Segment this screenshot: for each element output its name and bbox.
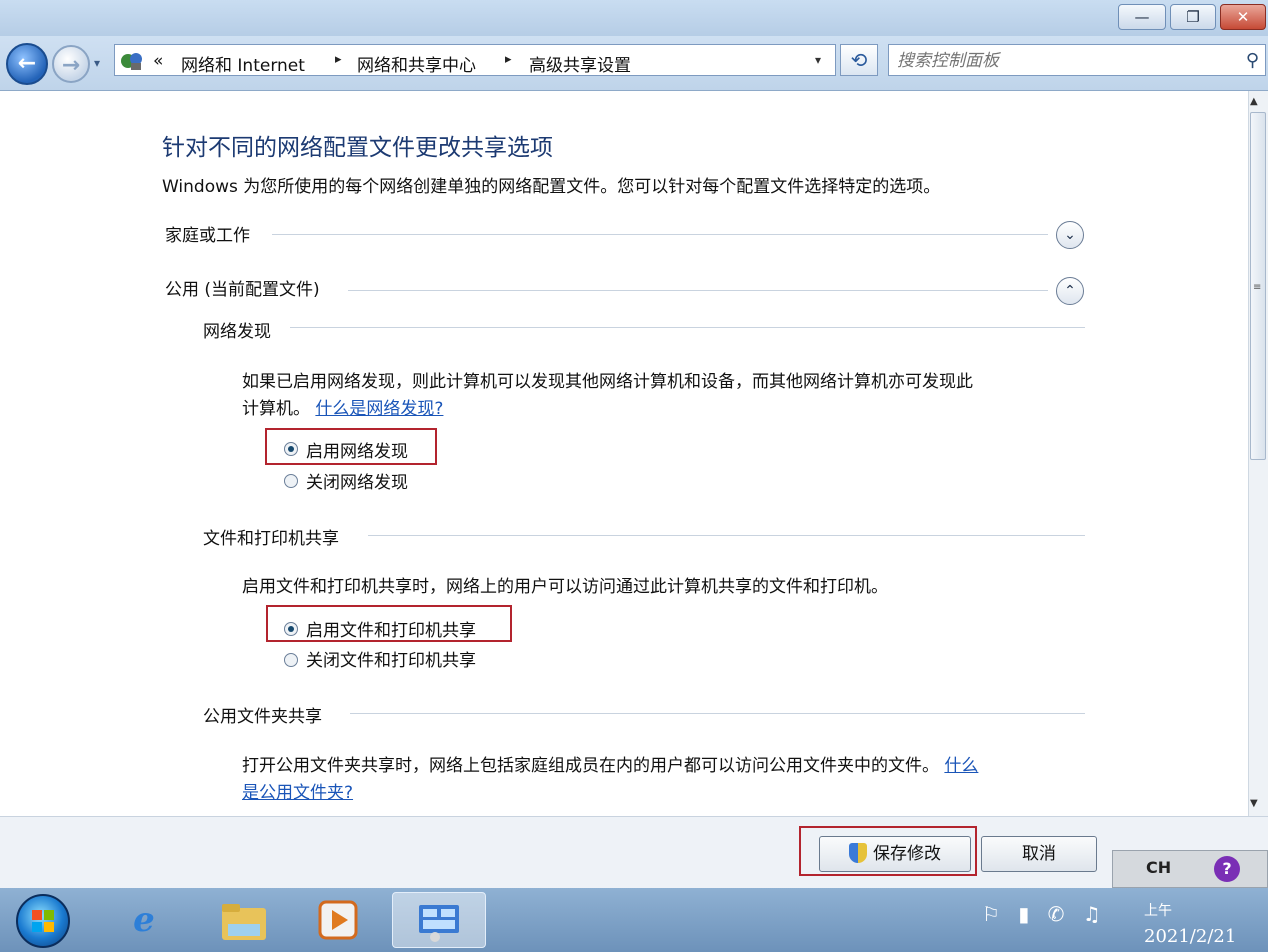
search-box[interactable]: ⚲ <box>888 44 1266 76</box>
windows-logo-icon <box>32 910 54 932</box>
forward-button[interactable]: → <box>52 45 90 83</box>
breadcrumb-advanced-sharing[interactable]: 高级共享设置 <box>529 51 631 76</box>
folder-icon <box>222 904 266 940</box>
enable-file-printer-label[interactable]: 启用文件和打印机共享 <box>306 616 476 641</box>
divider <box>368 535 1085 536</box>
maximize-icon: ❐ <box>1186 8 1200 26</box>
public-folder-description: 打开公用文件夹共享时，网络上包括家庭组成员在内的用户都可以访问公用文件夹中的文件… <box>242 756 979 776</box>
page-title: 针对不同的网络配置文件更改共享选项 <box>162 135 553 161</box>
network-discovery-description: 如果已启用网络发现，则此计算机可以发现其他网络计算机和设备，而其他网络计算机亦可… <box>242 372 973 392</box>
scroll-up-arrow-icon[interactable]: ▲ <box>1250 96 1258 107</box>
divider <box>290 327 1085 328</box>
what-is-public-folder-link[interactable]: 是公用文件夹? <box>242 783 353 803</box>
breadcrumb-overflow[interactable]: « <box>153 51 163 71</box>
clock-date[interactable]: 2021/2/21 <box>1144 926 1236 947</box>
what-is-network-discovery-link[interactable]: 什么是网络发现? <box>315 399 443 419</box>
maximize-button[interactable]: ❐ <box>1170 4 1216 30</box>
media-player-icon <box>318 900 358 940</box>
cancel-button[interactable]: 取消 <box>981 836 1097 872</box>
breadcrumb-separator[interactable]: ▸ <box>335 52 342 67</box>
clock-time[interactable]: 上午 <box>1144 900 1172 920</box>
breadcrumb-separator[interactable]: ▸ <box>505 52 512 67</box>
minimize-icon: — <box>1134 8 1150 26</box>
divider <box>350 713 1085 714</box>
profile-home-work-label[interactable]: 家庭或工作 <box>165 221 250 246</box>
uac-shield-icon <box>849 843 867 863</box>
recent-pages-dropdown[interactable]: ▾ <box>94 56 100 70</box>
section-network-discovery-title: 网络发现 <box>203 322 271 342</box>
control-panel-icon <box>121 53 142 70</box>
collapse-chevron-icon[interactable]: ⌃ <box>1056 277 1084 305</box>
minimize-button[interactable]: — <box>1118 4 1166 30</box>
internet-explorer-icon: e <box>133 900 155 940</box>
radio-enable-file-printer-sharing[interactable] <box>284 622 298 636</box>
scrollbar-grip-icon: ≡ <box>1253 282 1262 293</box>
back-button[interactable]: ← <box>6 43 48 85</box>
breadcrumb-network-internet[interactable]: 网络和 Internet <box>181 51 305 76</box>
refresh-button[interactable]: ⟲ <box>840 44 878 76</box>
divider <box>348 290 1048 291</box>
address-bar[interactable]: « 网络和 Internet ▸ 网络和共享中心 ▸ 高级共享设置 ▾ <box>114 44 836 76</box>
what-is-public-folder-link[interactable]: 什么 <box>944 756 978 776</box>
start-button[interactable] <box>16 894 70 948</box>
content-pane <box>0 91 1248 816</box>
close-icon: ✕ <box>1236 8 1250 26</box>
address-dropdown[interactable]: ▾ <box>815 53 821 67</box>
scroll-down-arrow-icon[interactable]: ▼ <box>1250 798 1258 809</box>
input-language-indicator[interactable]: CH <box>1146 858 1171 877</box>
file-printer-description: 启用文件和打印机共享时，网络上的用户可以访问通过此计算机共享的文件和打印机。 <box>242 577 888 597</box>
expand-chevron-icon[interactable]: ⌄ <box>1056 221 1084 249</box>
network-center-icon <box>419 905 459 942</box>
disable-network-discovery-label[interactable]: 关闭网络发现 <box>306 468 408 493</box>
disable-file-printer-label[interactable]: 关闭文件和打印机共享 <box>306 646 476 671</box>
section-file-printer-title: 文件和打印机共享 <box>203 529 339 549</box>
forward-arrow-icon: → <box>61 53 81 78</box>
radio-enable-network-discovery[interactable] <box>284 442 298 456</box>
taskbar-media-player[interactable] <box>308 892 368 948</box>
radio-disable-file-printer-sharing[interactable] <box>284 653 298 667</box>
taskbar-internet-explorer[interactable]: e <box>114 892 174 948</box>
divider <box>272 234 1048 235</box>
system-tray-icons[interactable]: ⚐ ▮ ✆ ♫ <box>982 902 1107 926</box>
radio-disable-network-discovery[interactable] <box>284 474 298 488</box>
help-icon[interactable]: ? <box>1214 856 1240 882</box>
title-bar <box>0 0 1268 36</box>
page-description: Windows 为您所使用的每个网络创建单独的网络配置文件。您可以针对每个配置文… <box>162 177 941 197</box>
search-icon[interactable]: ⚲ <box>1246 50 1259 71</box>
close-button[interactable]: ✕ <box>1220 4 1266 30</box>
network-discovery-description-cont: 计算机。 什么是网络发现? <box>242 399 444 419</box>
taskbar-windows-explorer[interactable] <box>214 892 274 948</box>
public-folder-link-cont: 是公用文件夹? <box>242 778 353 803</box>
breadcrumb-sharing-center[interactable]: 网络和共享中心 <box>357 51 476 76</box>
save-changes-button[interactable]: 保存修改 <box>819 836 971 872</box>
search-input[interactable] <box>895 48 1229 74</box>
taskbar-network-center[interactable] <box>392 892 486 948</box>
language-bar[interactable] <box>1112 850 1268 888</box>
profile-public-label[interactable]: 公用 (当前配置文件) <box>165 275 320 300</box>
back-arrow-icon: ← <box>17 51 37 76</box>
section-public-folder-title: 公用文件夹共享 <box>203 707 322 727</box>
enable-network-discovery-label[interactable]: 启用网络发现 <box>306 437 408 462</box>
